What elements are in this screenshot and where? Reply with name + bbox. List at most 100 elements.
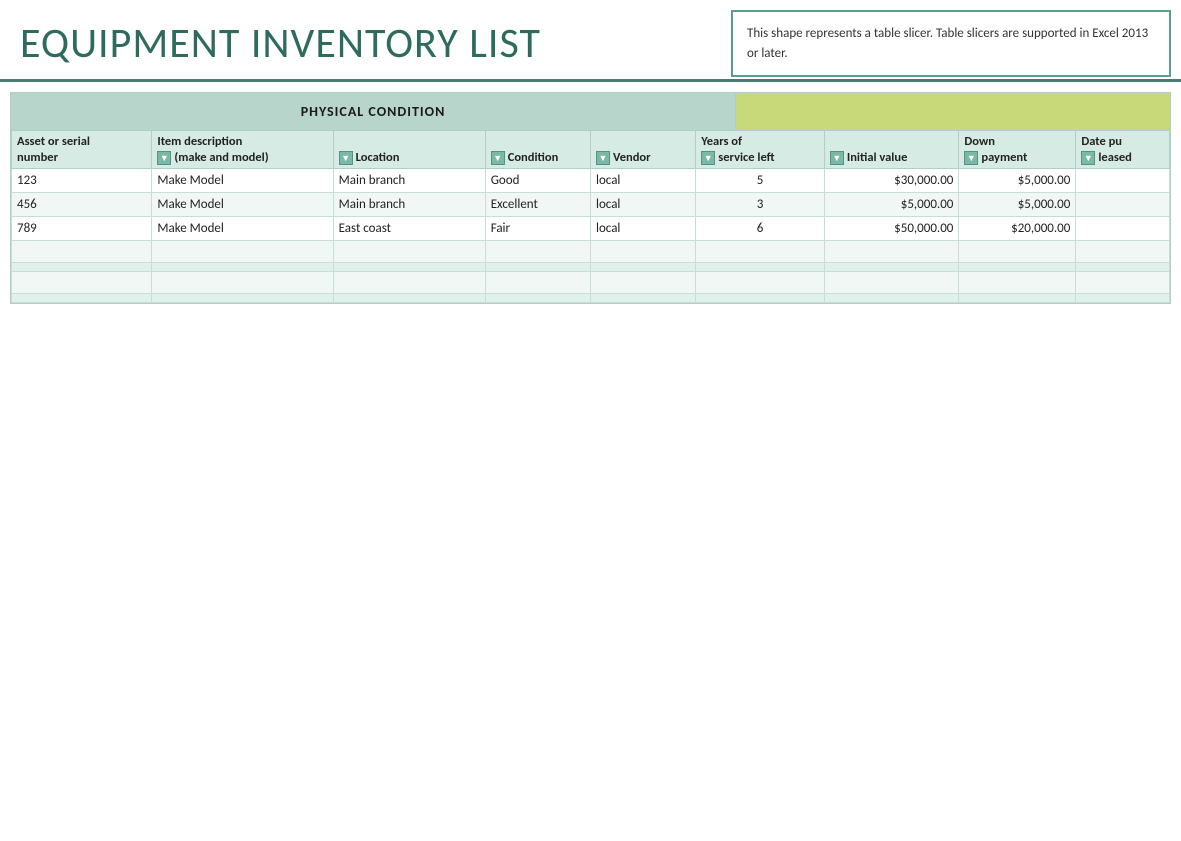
table-cell (1076, 263, 1170, 272)
table-row (12, 294, 1170, 303)
filter-icon-years[interactable]: ▼ (701, 151, 715, 165)
col-item-line2: (make and model) (174, 150, 268, 165)
col-header-vendor-1 (590, 131, 695, 150)
col-asset-line2: number (17, 150, 58, 165)
table-cell (959, 241, 1076, 263)
table-cell (152, 272, 333, 294)
col-asset-line1: Asset or serial (17, 134, 90, 149)
col-header-initial-1 (824, 131, 959, 150)
col-header-asset-2: number (12, 149, 152, 169)
filter-icon-condition[interactable]: ▼ (491, 151, 505, 165)
table-cell (696, 263, 825, 272)
table-row: 789Make ModelEast coastFairlocal6$50,000… (12, 217, 1170, 241)
table-cell: 6 (696, 217, 825, 241)
table-cell (12, 263, 152, 272)
col-years-line1: Years of (701, 134, 742, 149)
table-cell: Excellent (485, 193, 590, 217)
table-cell (333, 272, 485, 294)
filter-icon-initial[interactable]: ▼ (830, 151, 844, 165)
table-cell (696, 294, 825, 303)
table-cell (12, 294, 152, 303)
table-cell (1076, 169, 1170, 193)
col-header-years-2: ▼ service left (696, 149, 825, 169)
physical-condition-banner: PHYSICAL CONDITION (11, 93, 1170, 130)
physical-condition-right (736, 93, 1170, 130)
col-header-initial-2: ▼ Initial value (824, 149, 959, 169)
table-cell (152, 241, 333, 263)
table-cell: Good (485, 169, 590, 193)
col-header-location-1 (333, 131, 485, 150)
filter-icon-item[interactable]: ▼ (157, 151, 171, 165)
table-cell (333, 263, 485, 272)
col-down-line1: Down (964, 134, 995, 149)
col-header-item-2: ▼ (make and model) (152, 149, 333, 169)
col-header-leased-1: Date pu (1076, 131, 1170, 150)
table-cell (1076, 241, 1170, 263)
table-cell (824, 263, 959, 272)
col-header-vendor-2: ▼ Vendor (590, 149, 695, 169)
table-cell (824, 294, 959, 303)
table-cell (12, 241, 152, 263)
table-cell (696, 272, 825, 294)
table-cell (485, 294, 590, 303)
table-cell: 3 (696, 193, 825, 217)
table-cell (590, 263, 695, 272)
slicer-box: This shape represents a table slicer. Ta… (731, 10, 1171, 77)
table-cell: Make Model (152, 193, 333, 217)
col-header-condition-2: ▼ Condition (485, 149, 590, 169)
filter-icon-location[interactable]: ▼ (339, 151, 353, 165)
table-cell (959, 263, 1076, 272)
table-cell (1076, 217, 1170, 241)
col-header-down-2: ▼ payment (959, 149, 1076, 169)
physical-condition-label: PHYSICAL CONDITION (11, 93, 736, 130)
col-initial-line2: Initial value (847, 150, 907, 165)
col-header-leased-2: ▼ leased (1076, 149, 1170, 169)
table-cell (1076, 193, 1170, 217)
col-condition-line2: Condition (508, 150, 559, 165)
col-down-line2: payment (981, 150, 1027, 165)
table-row: 456Make ModelMain branchExcellentlocal3$… (12, 193, 1170, 217)
inventory-table: Asset or serial Item description Years o… (11, 130, 1170, 303)
table-cell (152, 263, 333, 272)
table-cell (333, 294, 485, 303)
table-cell (824, 241, 959, 263)
col-header-down-1: Down (959, 131, 1076, 150)
filter-icon-vendor[interactable]: ▼ (596, 151, 610, 165)
table-cell (485, 241, 590, 263)
table-cell (959, 294, 1076, 303)
table-cell: local (590, 193, 695, 217)
table-cell: Main branch (333, 169, 485, 193)
table-cell: local (590, 169, 695, 193)
col-header-location-2: ▼ Location (333, 149, 485, 169)
filter-icon-down[interactable]: ▼ (964, 151, 978, 165)
table-cell: $5,000.00 (959, 169, 1076, 193)
table-row (12, 272, 1170, 294)
table-cell: Make Model (152, 169, 333, 193)
table-cell (485, 272, 590, 294)
table-cell (1076, 294, 1170, 303)
table-body: 123Make ModelMain branchGoodlocal5$30,00… (12, 169, 1170, 303)
table-cell: 789 (12, 217, 152, 241)
col-header-asset-1: Asset or serial (12, 131, 152, 150)
col-vendor-line2: Vendor (613, 150, 651, 165)
table-cell (152, 294, 333, 303)
table-header-row-1: Asset or serial Item description Years o… (12, 131, 1170, 150)
slicer-text: This shape represents a table slicer. Ta… (747, 26, 1148, 61)
filter-icon-leased[interactable]: ▼ (1081, 151, 1095, 165)
table-cell: $50,000.00 (824, 217, 959, 241)
table-cell: Main branch (333, 193, 485, 217)
table-row (12, 263, 1170, 272)
table-cell (1076, 272, 1170, 294)
col-leased-line1: Date pu (1081, 134, 1122, 149)
table-cell: 5 (696, 169, 825, 193)
table-cell (590, 294, 695, 303)
table-cell: Fair (485, 217, 590, 241)
col-years-line2: service left (718, 150, 774, 165)
col-header-years-1: Years of (696, 131, 825, 150)
col-leased-line2: leased (1098, 150, 1132, 165)
table-cell (12, 272, 152, 294)
table-cell: Make Model (152, 217, 333, 241)
table-cell: $20,000.00 (959, 217, 1076, 241)
table-cell (824, 272, 959, 294)
table-cell (696, 241, 825, 263)
